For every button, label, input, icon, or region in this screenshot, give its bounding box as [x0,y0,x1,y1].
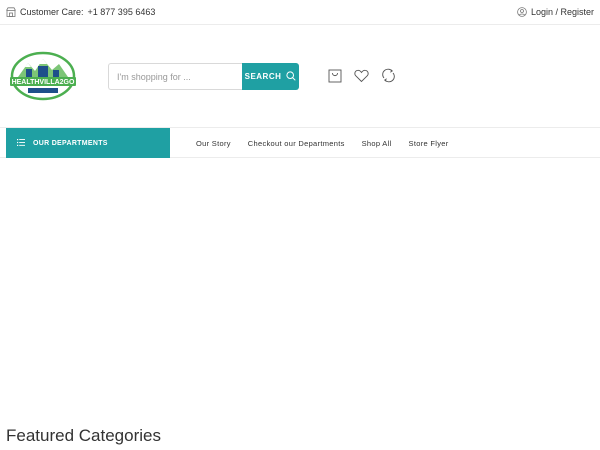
menu-list-icon [17,138,25,148]
search-button[interactable]: SEARCH [242,63,299,90]
compare-icon[interactable] [381,68,396,88]
heart-icon[interactable] [354,69,369,88]
nav-links: Our Story Checkout our Departments Shop … [196,128,449,158]
customer-care-label: Customer Care: [20,7,84,17]
search-bar: SEARCH [108,63,299,90]
customer-care: Customer Care: +1 877 395 6463 [6,7,155,17]
login-register[interactable]: Login / Register [517,7,594,17]
featured-categories-heading: Featured Categories [6,426,161,445]
departments-label: OUR DEPARTMENTS [33,139,108,147]
nav-link-our-story[interactable]: Our Story [196,139,231,148]
departments-button[interactable]: OUR DEPARTMENTS [6,128,170,158]
main-nav: OUR DEPARTMENTS Our Story Checkout our D… [0,127,600,158]
store-icon [6,7,16,17]
nav-link-store-flyer[interactable]: Store Flyer [409,139,449,148]
search-icon [286,70,297,83]
nav-link-shop-all[interactable]: Shop All [362,139,392,148]
nav-link-checkout-departments[interactable]: Checkout our Departments [248,139,345,148]
customer-care-phone[interactable]: +1 877 395 6463 [88,7,156,17]
search-input[interactable] [108,63,242,90]
search-button-label: SEARCH [244,72,282,81]
login-register-link[interactable]: Login / Register [531,7,594,17]
user-icon [517,7,527,17]
site-logo[interactable]: HEALTHVILLA2GO [8,51,78,101]
header: HEALTHVILLA2GO SEARCH [0,25,600,127]
top-bar: Customer Care: +1 877 395 6463 Login / R… [0,0,600,25]
header-icons [328,68,396,88]
shopping-bag-icon[interactable] [328,69,342,88]
logo-text: HEALTHVILLA2GO [12,79,75,86]
